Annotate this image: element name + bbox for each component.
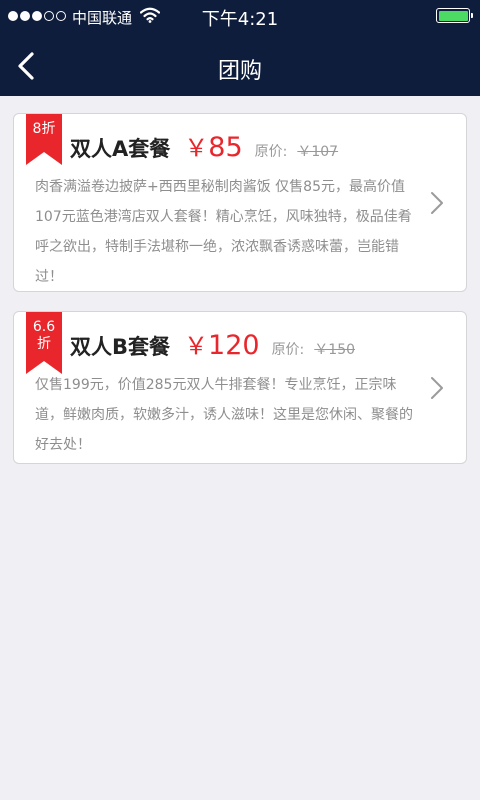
- original-price-value: ￥107: [297, 144, 339, 160]
- navigation-bar: 团购: [0, 32, 480, 96]
- price-currency: ￥: [184, 332, 209, 360]
- deal-price: ￥120: [184, 326, 260, 361]
- discount-badge: 6.6 折: [26, 312, 62, 374]
- original-price-label: 原价:: [271, 342, 305, 358]
- battery-icon: [436, 8, 473, 23]
- deal-card-b[interactable]: 6.6 折 双人B套餐 ￥120 原价: ￥150 仅售199元，价值285元双人…: [13, 311, 467, 464]
- deal-description: 仅售199元，价值285元双人牛排套餐！专业烹饪，正宗味道，鲜嫩肉质，软嫩多汁，…: [35, 377, 413, 453]
- battery-level-fill: [438, 10, 468, 21]
- status-bar: 中国联通 下午4:21: [0, 0, 480, 32]
- deal-title-row: 双人A套餐 ￥85 原价: ￥107: [70, 128, 338, 163]
- deal-description: 肉香满溢卷边披萨+西西里秘制肉酱饭 仅售85元，最高价值107元蓝色港湾店双人套…: [35, 179, 412, 285]
- deal-title-row: 双人B套餐 ￥120 原价: ￥150: [70, 326, 355, 361]
- deal-name: 双人A套餐: [70, 137, 171, 161]
- price-value: 85: [208, 132, 243, 163]
- chevron-right-icon: [431, 192, 443, 214]
- deal-name: 双人B套餐: [70, 335, 171, 359]
- original-price-value: ￥150: [314, 342, 356, 358]
- deal-price: ￥85: [184, 128, 242, 163]
- price-value: 120: [208, 330, 260, 361]
- status-time: 下午4:21: [201, 9, 279, 30]
- original-price: 原价: ￥150: [272, 339, 355, 359]
- price-currency: ￥: [184, 134, 209, 162]
- original-price: 原价: ￥107: [255, 141, 338, 161]
- page-title: 团购: [217, 59, 262, 84]
- original-price-label: 原价:: [254, 144, 288, 160]
- chevron-right-icon: [431, 377, 443, 399]
- deal-card-a[interactable]: 8折 双人A套餐 ￥85 原价: ￥107 肉香满溢卷边披萨+西西里秘制肉酱饭 仅…: [13, 113, 467, 292]
- discount-badge: 8折: [26, 114, 62, 165]
